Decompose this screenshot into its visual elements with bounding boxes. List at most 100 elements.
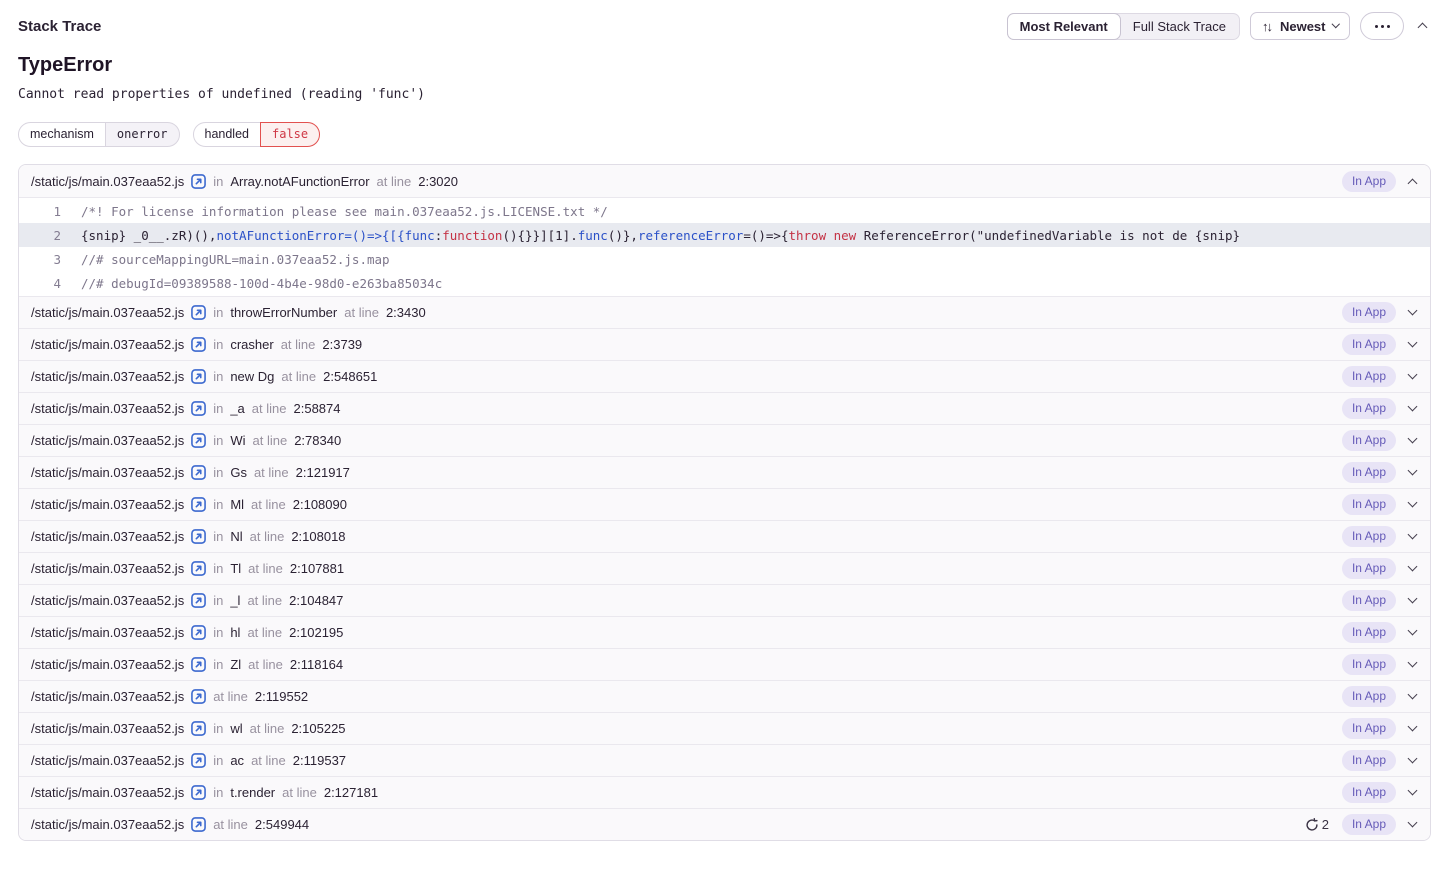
frame-at-line-label: at line bbox=[252, 401, 287, 416]
frame-at-line-label: at line bbox=[251, 497, 286, 512]
code-line: 4 //# debugId=09389588-100d-4b4e-98d0-e2… bbox=[19, 271, 1430, 295]
stack-frame-row[interactable]: /static/js/main.037eaa52.js in Nl at lin… bbox=[19, 520, 1430, 552]
frame-right-controls: In App bbox=[1342, 334, 1416, 355]
external-link-icon[interactable] bbox=[191, 657, 206, 672]
frame-function: crasher bbox=[230, 337, 273, 352]
chevron-down-icon[interactable] bbox=[1408, 722, 1418, 732]
frame-path: /static/js/main.037eaa52.js bbox=[31, 561, 184, 576]
toggle-full-stack-trace[interactable]: Full Stack Trace bbox=[1120, 14, 1239, 39]
stack-frame-row[interactable]: /static/js/main.037eaa52.js in ac at lin… bbox=[19, 744, 1430, 776]
chevron-down-icon[interactable] bbox=[1408, 530, 1418, 540]
chevron-down-icon[interactable] bbox=[1408, 370, 1418, 380]
frame-line: 2:108090 bbox=[293, 497, 347, 512]
toggle-most-relevant[interactable]: Most Relevant bbox=[1007, 13, 1121, 40]
in-app-badge: In App bbox=[1342, 750, 1396, 771]
external-link-icon[interactable] bbox=[191, 721, 206, 736]
stack-frame-row[interactable]: /static/js/main.037eaa52.js in Gs at lin… bbox=[19, 456, 1430, 488]
chevron-down-icon[interactable] bbox=[1408, 338, 1418, 348]
tag-mechanism[interactable]: mechanismonerror bbox=[18, 122, 180, 147]
stack-trace-list: /static/js/main.037eaa52.js in Array.not… bbox=[18, 164, 1431, 841]
external-link-icon[interactable] bbox=[191, 337, 206, 352]
stack-frame-row[interactable]: /static/js/main.037eaa52.js in Wi at lin… bbox=[19, 424, 1430, 456]
chevron-down-icon[interactable] bbox=[1408, 402, 1418, 412]
external-link-icon[interactable] bbox=[191, 497, 206, 512]
stack-frame-row[interactable]: /static/js/main.037eaa52.js in wl at lin… bbox=[19, 712, 1430, 744]
frame-function: _l bbox=[230, 593, 240, 608]
frame-path: /static/js/main.037eaa52.js bbox=[31, 337, 184, 352]
frame-at-line-label: at line bbox=[282, 785, 317, 800]
frame-at-line-label: at line bbox=[248, 561, 283, 576]
frame-right-controls: In App bbox=[1342, 750, 1416, 771]
stack-frame-row[interactable]: /static/js/main.037eaa52.js in _a at lin… bbox=[19, 392, 1430, 424]
stack-frame-row[interactable]: /static/js/main.037eaa52.js in Array.not… bbox=[19, 165, 1430, 197]
external-link-icon[interactable] bbox=[191, 561, 206, 576]
external-link-icon[interactable] bbox=[191, 593, 206, 608]
external-link-icon[interactable] bbox=[191, 753, 206, 768]
stack-frame-row[interactable]: /static/js/main.037eaa52.js in Tl at lin… bbox=[19, 552, 1430, 584]
stack-frame-row[interactable]: /static/js/main.037eaa52.js in new Dg at… bbox=[19, 360, 1430, 392]
frame-line: 2:118164 bbox=[290, 657, 343, 672]
in-app-badge: In App bbox=[1342, 590, 1396, 611]
frame-function: wl bbox=[230, 721, 242, 736]
external-link-icon[interactable] bbox=[191, 465, 206, 480]
stack-frame-row[interactable]: /static/js/main.037eaa52.js in hl at lin… bbox=[19, 616, 1430, 648]
external-link-icon[interactable] bbox=[191, 529, 206, 544]
in-app-badge: In App bbox=[1342, 782, 1396, 803]
chevron-down-icon[interactable] bbox=[1408, 594, 1418, 604]
chevron-up-icon bbox=[1418, 22, 1428, 32]
stack-frame-row[interactable]: /static/js/main.037eaa52.js in throwErro… bbox=[19, 296, 1430, 328]
repeat-indicator: 2 bbox=[1305, 817, 1329, 832]
frame-function: Zl bbox=[230, 657, 241, 672]
external-link-icon[interactable] bbox=[191, 433, 206, 448]
external-link-icon[interactable] bbox=[191, 689, 206, 704]
frame-function: Wi bbox=[230, 433, 245, 448]
chevron-down-icon[interactable] bbox=[1408, 498, 1418, 508]
frame-at-line-label: at line bbox=[248, 657, 283, 672]
frame-at-line-label: at line bbox=[281, 369, 316, 384]
external-link-icon[interactable] bbox=[191, 305, 206, 320]
chevron-down-icon[interactable] bbox=[1408, 562, 1418, 572]
in-app-badge: In App bbox=[1342, 366, 1396, 387]
stack-frame-row[interactable]: /static/js/main.037eaa52.js at line 2:11… bbox=[19, 680, 1430, 712]
frame-path: /static/js/main.037eaa52.js bbox=[31, 593, 184, 608]
stack-frame-row[interactable]: /static/js/main.037eaa52.js in Ml at lin… bbox=[19, 488, 1430, 520]
frame-right-controls: In App bbox=[1342, 526, 1416, 547]
chevron-down-icon[interactable] bbox=[1408, 786, 1418, 796]
stack-frame-row[interactable]: /static/js/main.037eaa52.js at line 2:54… bbox=[19, 808, 1430, 840]
external-link-icon[interactable] bbox=[191, 174, 206, 189]
external-link-icon[interactable] bbox=[191, 625, 206, 640]
frame-in-label: in bbox=[213, 497, 223, 512]
stack-view-toggle: Most Relevant Full Stack Trace bbox=[1007, 13, 1240, 40]
external-link-icon[interactable] bbox=[191, 817, 206, 832]
chevron-down-icon[interactable] bbox=[1408, 626, 1418, 636]
stack-frame-row[interactable]: /static/js/main.037eaa52.js in crasher a… bbox=[19, 328, 1430, 360]
external-link-icon[interactable] bbox=[191, 369, 206, 384]
ellipsis-icon bbox=[1373, 25, 1391, 28]
chevron-up-icon[interactable] bbox=[1408, 178, 1418, 188]
frame-function: Nl bbox=[230, 529, 242, 544]
chevron-down-icon[interactable] bbox=[1408, 306, 1418, 316]
chevron-down-icon[interactable] bbox=[1408, 690, 1418, 700]
more-options-button[interactable] bbox=[1360, 12, 1404, 40]
frame-in-label: in bbox=[213, 753, 223, 768]
chevron-down-icon[interactable] bbox=[1408, 754, 1418, 764]
in-app-badge: In App bbox=[1342, 686, 1396, 707]
tag-handled[interactable]: handledfalse bbox=[193, 122, 321, 147]
chevron-down-icon[interactable] bbox=[1408, 658, 1418, 668]
external-link-icon[interactable] bbox=[191, 401, 206, 416]
line-content: {snip} _0__.zR)(),notAFunctionError=()=>… bbox=[81, 228, 1240, 243]
collapse-section-button[interactable] bbox=[1414, 15, 1431, 38]
frame-at-line-label: at line bbox=[250, 721, 285, 736]
chevron-down-icon[interactable] bbox=[1408, 434, 1418, 444]
frame-at-line-label: at line bbox=[377, 174, 412, 189]
frame-in-label: in bbox=[213, 529, 223, 544]
in-app-badge: In App bbox=[1342, 494, 1396, 515]
chevron-down-icon[interactable] bbox=[1408, 818, 1418, 828]
frame-line: 2:104847 bbox=[289, 593, 343, 608]
sort-newest-button[interactable]: ↑↓ Newest bbox=[1250, 12, 1350, 40]
external-link-icon[interactable] bbox=[191, 785, 206, 800]
chevron-down-icon[interactable] bbox=[1408, 466, 1418, 476]
stack-frame-row[interactable]: /static/js/main.037eaa52.js in Zl at lin… bbox=[19, 648, 1430, 680]
stack-frame-row[interactable]: /static/js/main.037eaa52.js in _l at lin… bbox=[19, 584, 1430, 616]
stack-frame-row[interactable]: /static/js/main.037eaa52.js in t.render … bbox=[19, 776, 1430, 808]
